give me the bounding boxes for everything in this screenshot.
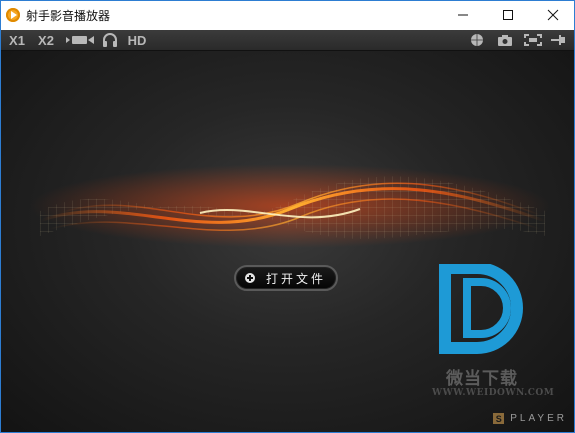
headphones-icon	[103, 33, 117, 47]
globe-button[interactable]	[463, 30, 491, 50]
maximize-icon	[502, 10, 513, 20]
pin-icon	[551, 35, 565, 45]
watermark-url-text: WWW.WEIDOWN.COM	[432, 388, 555, 398]
window-controls	[440, 0, 575, 30]
fullscreen-icon	[524, 34, 542, 46]
video-area[interactable]: 打开文件 微当下载 WWW.WEIDOWN.COM S PLAYER	[0, 51, 575, 433]
speed-2x-button[interactable]: X2	[30, 30, 62, 50]
watermark-logo-icon	[439, 264, 523, 354]
close-icon	[547, 9, 558, 21]
plus-icon	[245, 273, 255, 283]
speed-1x-button[interactable]: X1	[4, 30, 30, 50]
toolbar-left-group: X1 X2 HD	[4, 30, 152, 50]
audio-button[interactable]	[98, 30, 122, 50]
fullscreen-button[interactable]	[519, 30, 547, 50]
top-toolbar: X1 X2 HD	[0, 30, 575, 51]
video-mode-icon	[66, 36, 94, 44]
toolbar-right-group	[463, 30, 569, 50]
watermark-cn-text: 微当下载	[446, 369, 518, 389]
close-button[interactable]	[530, 0, 575, 30]
open-file-label: 打开文件	[266, 271, 327, 286]
player-branding: S PLAYER	[493, 413, 567, 424]
video-mode-button[interactable]	[62, 30, 98, 50]
camera-icon	[498, 35, 512, 46]
maximize-button[interactable]	[485, 0, 530, 30]
minimize-button[interactable]	[440, 0, 485, 30]
window-title: 射手影音播放器	[26, 8, 111, 23]
minimize-icon	[457, 14, 468, 16]
app-logo-icon	[6, 8, 20, 22]
screenshot-button[interactable]	[491, 30, 519, 50]
pin-button[interactable]	[547, 30, 569, 50]
hd-button[interactable]: HD	[122, 30, 152, 50]
title-bar[interactable]: 射手影音播放器	[0, 0, 575, 30]
brand-mark-icon: S	[493, 413, 505, 424]
brand-text: PLAYER	[510, 413, 567, 424]
globe-icon	[471, 34, 483, 46]
open-file-button[interactable]: 打开文件	[234, 265, 338, 291]
sound-wave-graphic	[30, 164, 550, 248]
player-window: 射手影音播放器 X1 X2 HD 打开文件 微当下载 WWW.WEIDOWN.C…	[0, 0, 575, 433]
